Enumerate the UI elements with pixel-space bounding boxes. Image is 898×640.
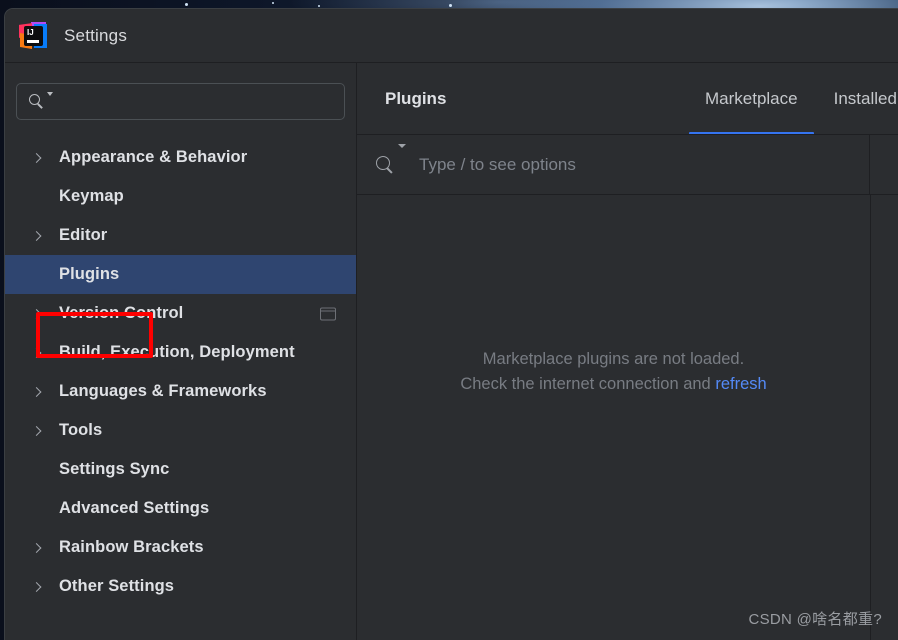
sidebar-item-label: Settings Sync — [59, 460, 170, 478]
empty-state-line-2: Check the internet connection and refres… — [460, 375, 766, 394]
panel-right-gutter — [870, 195, 898, 640]
sidebar-item-keymap[interactable]: Keymap — [5, 177, 356, 216]
empty-state-line-2-text: Check the internet connection and — [460, 375, 716, 393]
dialog-titlebar: IJ Settings — [5, 9, 898, 63]
chevron-right-icon[interactable] — [31, 230, 42, 241]
sidebar-item-label: Keymap — [59, 187, 124, 205]
search-placeholder: Type / to see options — [419, 155, 576, 174]
sidebar-item-label: Other Settings — [59, 577, 175, 595]
tab-marketplace[interactable]: Marketplace — [687, 63, 816, 135]
sidebar-item-version-control[interactable]: Version Control — [5, 294, 356, 333]
sidebar-item-plugins[interactable]: Plugins — [5, 255, 356, 294]
sidebar-item-label: Plugins — [59, 265, 120, 283]
sidebar-item-label: Appearance & Behavior — [59, 148, 248, 166]
sidebar-item-editor[interactable]: Editor — [5, 216, 356, 255]
tab-label: Installed — [833, 89, 897, 108]
settings-sidebar: Appearance & Behavior Keymap Editor Plug… — [5, 63, 356, 640]
sidebar-search-input[interactable] — [16, 83, 345, 120]
plugins-panel: Plugins Marketplace Installed Type / to … — [356, 63, 898, 640]
sidebar-item-appearance-behavior[interactable]: Appearance & Behavior — [5, 138, 356, 177]
sidebar-item-build-execution-deployment[interactable]: Build, Execution, Deployment — [5, 333, 356, 372]
sidebar-item-tools[interactable]: Tools — [5, 411, 356, 450]
chevron-right-icon[interactable] — [31, 152, 42, 163]
chevron-right-icon[interactable] — [31, 386, 42, 397]
window-title: Settings — [64, 26, 128, 45]
chevron-down-icon[interactable] — [47, 92, 53, 96]
chevron-right-icon[interactable] — [31, 308, 42, 319]
sidebar-item-label: Version Control — [59, 304, 184, 322]
tab-installed[interactable]: Installed — [816, 63, 898, 135]
sidebar-item-other-settings[interactable]: Other Settings — [5, 567, 356, 606]
chevron-right-icon[interactable] — [31, 347, 42, 358]
csdn-watermark: CSDN @啥名都重? — [748, 611, 882, 628]
chevron-down-icon[interactable] — [398, 144, 406, 148]
sidebar-item-rainbow-brackets[interactable]: Rainbow Brackets — [5, 528, 356, 567]
sidebar-item-label: Advanced Settings — [59, 499, 210, 517]
tab-label: Marketplace — [705, 89, 798, 108]
empty-state-line-1: Marketplace plugins are not loaded. — [482, 350, 745, 368]
dialog-body: Appearance & Behavior Keymap Editor Plug… — [5, 63, 898, 640]
settings-dialog: IJ Settings Appearance & Behavior Keymap — [4, 8, 898, 640]
panel-header: Plugins Marketplace Installed — [357, 63, 898, 135]
page-title: Plugins — [385, 89, 447, 108]
search-icon — [29, 94, 44, 109]
sidebar-item-advanced-settings[interactable]: Advanced Settings — [5, 489, 356, 528]
sidebar-item-label: Languages & Frameworks — [59, 382, 267, 400]
settings-tree: Appearance & Behavior Keymap Editor Plug… — [5, 138, 356, 606]
search-icon — [376, 155, 395, 175]
panel-window-icon — [320, 307, 336, 320]
chevron-right-icon[interactable] — [31, 542, 42, 553]
refresh-link[interactable]: refresh — [715, 375, 766, 393]
search-row-divider — [869, 135, 870, 195]
sidebar-item-label: Tools — [59, 421, 103, 439]
sidebar-item-languages-frameworks[interactable]: Languages & Frameworks — [5, 372, 356, 411]
intellij-idea-logo-icon: IJ — [19, 22, 47, 50]
sidebar-item-label: Build, Execution, Deployment — [59, 343, 295, 361]
plugins-search-input[interactable]: Type / to see options — [357, 135, 898, 195]
sidebar-item-settings-sync[interactable]: Settings Sync — [5, 450, 356, 489]
chevron-right-icon[interactable] — [31, 425, 42, 436]
sidebar-item-label: Rainbow Brackets — [59, 538, 204, 556]
chevron-right-icon[interactable] — [31, 581, 42, 592]
sidebar-item-label: Editor — [59, 226, 108, 244]
plugins-tabs: Marketplace Installed — [687, 63, 898, 135]
